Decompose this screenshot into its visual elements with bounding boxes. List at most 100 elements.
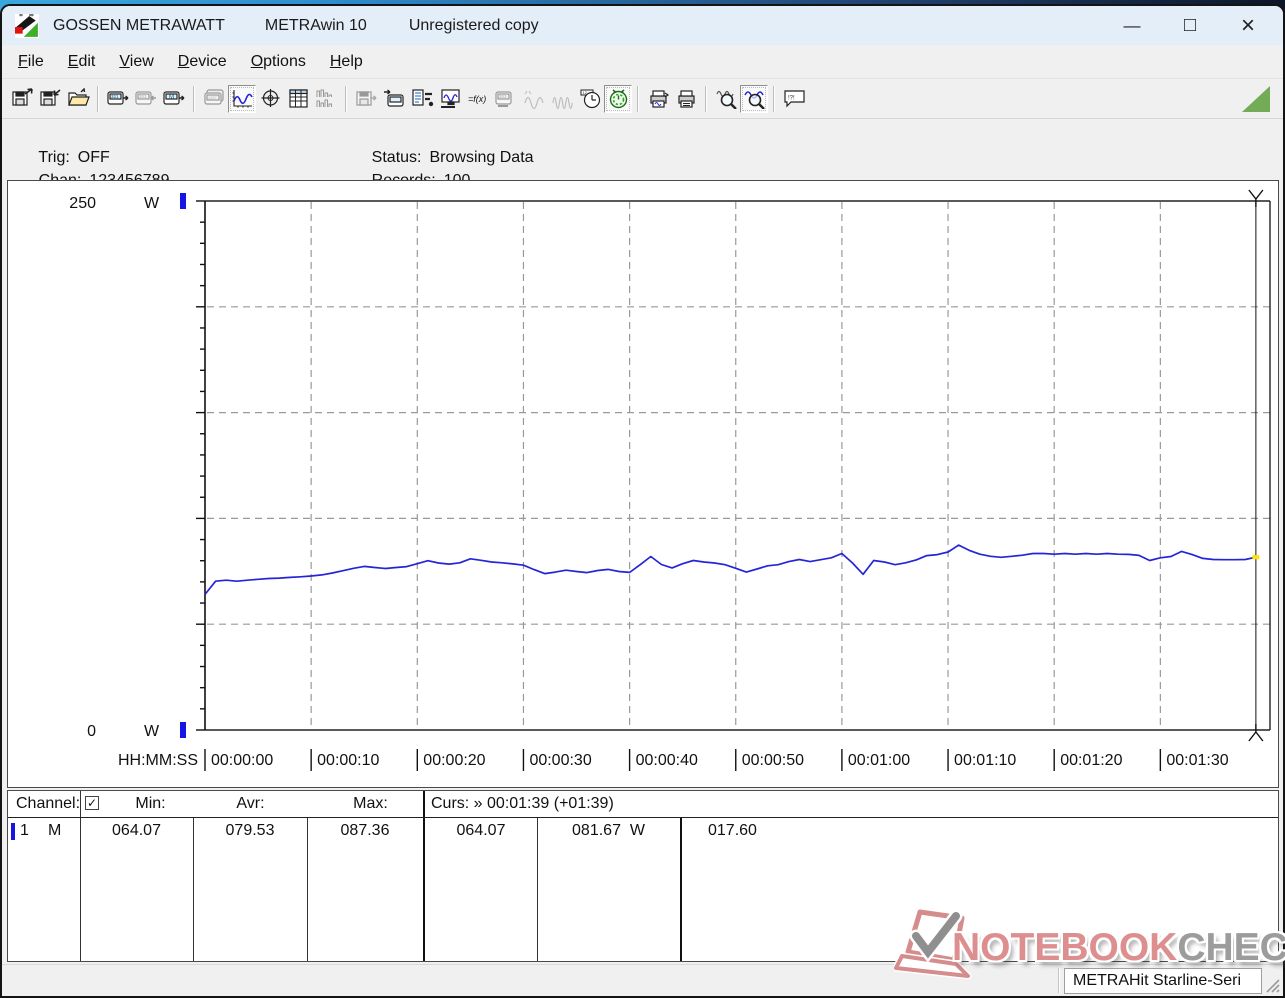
- menu-device[interactable]: Device: [166, 49, 239, 75]
- floppy-in-icon: [39, 89, 60, 106]
- device-offline-button: 321: [492, 85, 520, 113]
- cell-max: 087.36: [340, 822, 390, 839]
- magnifier-wave-icon: [715, 90, 737, 109]
- maximize-button[interactable]: □: [1161, 6, 1219, 45]
- device-list-icon: [411, 89, 433, 107]
- toolbar-corner-triangle: [1242, 85, 1270, 112]
- meter-m-icon: M: [162, 91, 184, 105]
- cursor-top-handle: [1248, 189, 1264, 207]
- close-button[interactable]: ×: [1219, 6, 1277, 45]
- crosshair-icon: [261, 89, 279, 107]
- send-to-device-button[interactable]: [380, 85, 408, 113]
- wave-multi-button: [548, 85, 576, 113]
- x-tick-label: 00:00:30: [529, 752, 591, 769]
- toolbar-group: [8, 85, 92, 113]
- view-histogram-button: [312, 85, 340, 113]
- menu-help[interactable]: Help: [318, 49, 375, 75]
- acquisition-status-panel: Trig:OFF Chan:123456789 Status:Browsing …: [2, 118, 1283, 207]
- menu-edit[interactable]: Edit: [56, 49, 108, 75]
- multimeter-display-button: 1257: [200, 85, 228, 113]
- toolbar-separator: [637, 85, 639, 112]
- time-relative-button[interactable]: [604, 84, 632, 113]
- minmax-checkbox[interactable]: ✓: [85, 796, 99, 810]
- view-table-button[interactable]: [284, 85, 312, 113]
- toolbar-group: [644, 85, 700, 113]
- cell-channel: 1: [20, 822, 29, 839]
- app-title: GOSSEN METRAWATT: [53, 16, 225, 34]
- toolbar-group: =f(x) 321 12: [352, 84, 632, 113]
- formula-button[interactable]: =f(x): [464, 85, 492, 113]
- menu-options[interactable]: Options: [239, 49, 318, 75]
- app-name: METRAwin 10: [264, 16, 367, 34]
- toolbar: 321 321 M 1257 =f(x) 321 12!?!: [2, 78, 1283, 118]
- y-min-label: 0: [87, 723, 96, 740]
- menu-file[interactable]: File: [6, 49, 56, 75]
- toolbar-group: 1257: [200, 84, 340, 113]
- read-memory-button[interactable]: M: [160, 85, 188, 113]
- power-chart[interactable]: 250 W 0 W HH:MM:SS 00:00:00 00:00:10 00:00:20 00…: [8, 181, 1278, 787]
- live-monitor-button[interactable]: [436, 85, 464, 113]
- resize-grip[interactable]: [1263, 976, 1281, 994]
- title-bar[interactable]: GOSSEN METRAWATT METRAwin 10 Unregistere…: [2, 6, 1283, 45]
- meter-out-icon: 321: [106, 91, 128, 105]
- header-cursor: Curs: » 00:01:39 (+01:39): [431, 795, 614, 812]
- x-axis-format-label: HH:MM:SS: [118, 752, 198, 769]
- magnifier-sine-icon: [743, 91, 765, 109]
- write-device-321-button: 321: [132, 85, 160, 113]
- menu-view[interactable]: View: [107, 49, 165, 75]
- annotation-button[interactable]: !?!: [780, 85, 808, 113]
- sine-multi-icon: [551, 96, 573, 109]
- sine-single-icon: [523, 90, 544, 109]
- minimize-button[interactable]: —: [1103, 6, 1161, 45]
- floppy-transfer-icon: [355, 91, 376, 106]
- power-curve: [204, 544, 1257, 595]
- status-bar: METRAHit Starline-Seri: [2, 964, 1283, 996]
- speech-bubble-icon: !?!: [783, 90, 805, 108]
- save-button[interactable]: [36, 85, 64, 113]
- cursor-value-marker: [1252, 555, 1260, 560]
- view-xy-button[interactable]: [256, 85, 284, 113]
- cell-cursor-start: 064.07: [456, 822, 506, 839]
- zoom-find-button[interactable]: [712, 85, 740, 113]
- meter-send-icon: [383, 89, 404, 107]
- statusbar-separator: [1058, 968, 1060, 993]
- print-button[interactable]: [672, 85, 700, 113]
- svg-text:!?!: !?!: [788, 96, 795, 102]
- toolbar-separator: [193, 85, 195, 112]
- menu-bar: File Edit View Device Options Help: [2, 45, 1283, 78]
- table-header-row: Channel: ✓ Min: Avr: Max: Curs: » 00:01:…: [8, 791, 1278, 818]
- cell-delta: 017.60: [708, 822, 757, 839]
- time-absolute-button[interactable]: 12: [576, 85, 604, 113]
- svg-text:M: M: [169, 95, 174, 101]
- cursor-bottom-handle: [1248, 724, 1264, 742]
- chart-curve-icon: [232, 90, 253, 108]
- header-channel: Channel:: [16, 795, 81, 812]
- cell-mode: M: [48, 822, 62, 839]
- meter-1257-icon: 1257: [203, 89, 224, 105]
- chart-panel: 250 W 0 W HH:MM:SS 00:00:00 00:00:10 00:00:20 00…: [7, 180, 1279, 788]
- device-settings-button[interactable]: [408, 85, 436, 113]
- header-min: Min:: [135, 795, 166, 812]
- clock-12-icon: 12: [580, 89, 600, 109]
- zoom-mode-button[interactable]: [740, 84, 768, 113]
- toolbar-separator: [705, 85, 707, 112]
- print-graph-button[interactable]: [644, 85, 672, 113]
- x-tick-label: 00:01:20: [1060, 752, 1122, 769]
- printer-wave-icon: [649, 90, 669, 108]
- view-curve-button[interactable]: [228, 84, 256, 113]
- open-file-button[interactable]: [64, 85, 92, 113]
- cell-cursor-value: 081.67 W: [572, 822, 645, 839]
- toolbar-group: !?!: [780, 85, 808, 113]
- svg-text:1257: 1257: [208, 96, 216, 100]
- y-unit-top: W: [144, 195, 160, 212]
- channel-row[interactable]: 1 M 064.07 079.53 087.36 064.07 081.67 W…: [8, 818, 1278, 845]
- cell-min: 064.07: [112, 822, 161, 839]
- read-device-321-button[interactable]: 321: [104, 85, 132, 113]
- device-name-box: METRAHit Starline-Seri: [1064, 968, 1262, 994]
- x-tick-label: 00:00:00: [211, 752, 273, 769]
- table-grid-icon: [288, 89, 308, 108]
- floppy-out-icon: [11, 88, 33, 106]
- meter-plain-icon: 321: [494, 91, 512, 107]
- save-as-button[interactable]: [8, 85, 36, 113]
- channel-color-marker: [11, 823, 15, 840]
